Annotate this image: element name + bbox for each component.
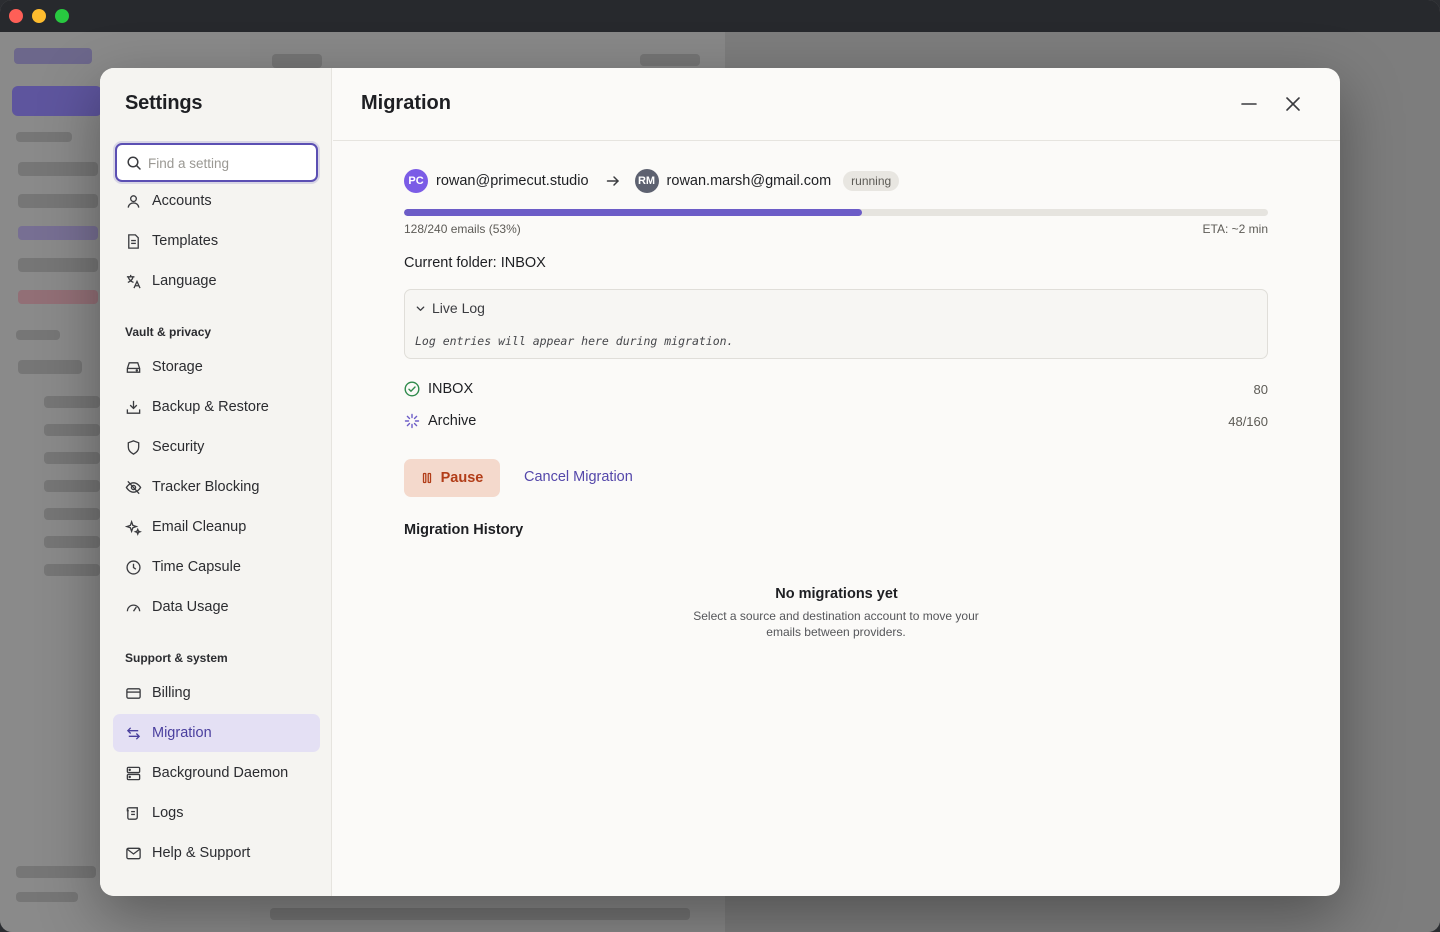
user-icon (127, 194, 140, 208)
folder-name: Archive (428, 413, 477, 429)
check-circle-icon (404, 381, 420, 397)
sparkles-icon (125, 519, 142, 536)
live-log-label: Live Log (432, 300, 485, 316)
source-avatar: PC (404, 169, 428, 193)
arrow-right-icon (606, 176, 619, 186)
sidebar-item-label: Email Cleanup (152, 519, 247, 535)
sidebar-item-label: Time Capsule (152, 559, 241, 575)
folder-row-inbox: INBOX 80 (404, 378, 1268, 400)
live-log-placeholder: Log entries will appear here during migr… (415, 334, 734, 348)
progress-label: 128/240 emails (53%) (404, 222, 521, 236)
sidebar-item-label: Templates (152, 233, 219, 249)
sidebar-item-logs[interactable]: Logs (113, 794, 320, 832)
sidebar-item-label: Storage (152, 359, 203, 375)
empty-state-description: Select a source and destination account … (693, 609, 979, 639)
close-window-button[interactable] (9, 9, 23, 23)
sidebar-item-language[interactable]: Language (113, 262, 320, 300)
live-log-toggle[interactable]: Live Log (415, 300, 485, 316)
status-badge: running (843, 171, 900, 191)
sidebar-item-label: Backup & Restore (152, 399, 269, 415)
progress-fill (404, 209, 862, 216)
translate-icon (126, 274, 141, 288)
app-window: Settings Accounts Templates Language Vau… (0, 0, 1440, 932)
section-header-support: Support & system (125, 651, 228, 665)
sidebar-item-label: Language (152, 273, 217, 289)
sidebar-item-data-usage[interactable]: Data Usage (113, 588, 320, 626)
folder-count: 48/160 (1228, 413, 1268, 429)
search-input[interactable] (148, 153, 308, 173)
settings-search[interactable] (115, 143, 318, 182)
panel-header: Migration (333, 68, 1340, 141)
document-icon (128, 233, 139, 249)
eta-label: ETA: ~2 min (1202, 222, 1268, 236)
shield-icon (127, 439, 140, 455)
swap-icon (126, 726, 141, 740)
sidebar-item-email-cleanup[interactable]: Email Cleanup (113, 508, 320, 546)
sidebar-item-label: Background Daemon (152, 765, 289, 781)
migration-progress-bar (404, 209, 1268, 216)
folder-row-archive: Archive 48/160 (404, 410, 1268, 432)
settings-title: Settings (125, 92, 203, 114)
pause-label: Pause (440, 470, 484, 486)
migration-accounts: PC rowan@primecut.studio RM rowan.marsh@… (404, 169, 900, 193)
sidebar-item-label: Logs (152, 805, 184, 821)
loading-spinner-icon (404, 413, 420, 429)
destination-avatar: RM (634, 169, 659, 193)
title-bar (0, 0, 1440, 32)
history-title: Migration History (404, 522, 524, 538)
sidebar-item-backup[interactable]: Backup & Restore (113, 388, 320, 426)
scroll-icon (126, 806, 138, 820)
page-title: Migration (361, 92, 451, 114)
settings-sidebar: Settings Accounts Templates Language Vau… (100, 68, 332, 896)
sidebar-item-templates[interactable]: Templates (113, 222, 320, 260)
sidebar-item-label: Data Usage (152, 599, 229, 615)
sidebar-item-billing[interactable]: Billing (113, 674, 320, 712)
gauge-icon (126, 603, 141, 612)
destination-email: rowan.marsh@gmail.com (666, 173, 832, 189)
folder-count: 80 (1253, 381, 1268, 397)
chevron-down-icon (416, 305, 425, 311)
search-icon (127, 156, 141, 170)
sidebar-item-accounts[interactable]: Accounts (113, 182, 320, 220)
mail-icon (126, 847, 141, 859)
credit-card-icon (126, 687, 141, 699)
sidebar-item-label: Migration (152, 725, 212, 741)
migration-panel: Migration PC rowan@primecut.studio RM ro… (333, 68, 1340, 896)
settings-dialog: Settings Accounts Templates Language Vau… (100, 68, 1340, 896)
sidebar-item-security[interactable]: Security (113, 428, 320, 466)
pause-button[interactable]: Pause (404, 459, 500, 497)
server-icon (126, 766, 141, 780)
sidebar-item-label: Accounts (152, 193, 212, 209)
sidebar-item-label: Billing (152, 685, 191, 701)
folder-name: INBOX (428, 381, 474, 397)
drive-icon (126, 361, 141, 373)
sidebar-item-help[interactable]: Help & Support (113, 834, 320, 872)
sidebar-item-tracker-blocking[interactable]: Tracker Blocking (113, 468, 320, 506)
minimize-icon[interactable] (1239, 94, 1259, 114)
close-icon[interactable] (1283, 94, 1303, 114)
current-folder: Current folder: INBOX (404, 255, 546, 271)
zoom-window-button[interactable] (55, 9, 69, 23)
sidebar-item-label: Help & Support (152, 845, 251, 861)
live-log-panel: Live Log Log entries will appear here du… (404, 289, 1268, 359)
minimize-window-button[interactable] (32, 9, 46, 23)
eye-off-icon (125, 480, 142, 494)
sidebar-item-time-capsule[interactable]: Time Capsule (113, 548, 320, 586)
cancel-migration-link[interactable]: Cancel Migration (524, 469, 633, 485)
sidebar-item-label: Tracker Blocking (152, 479, 260, 495)
source-email: rowan@primecut.studio (436, 173, 589, 189)
empty-state-title: No migrations yet (775, 586, 898, 602)
sidebar-item-background-daemon[interactable]: Background Daemon (113, 754, 320, 792)
pause-icon (422, 472, 431, 484)
sidebar-item-storage[interactable]: Storage (113, 348, 320, 386)
section-header-vault: Vault & privacy (125, 325, 212, 339)
sidebar-item-label: Security (152, 439, 205, 455)
sidebar-item-migration[interactable]: Migration (113, 714, 320, 752)
download-icon (126, 400, 141, 414)
clock-icon (126, 559, 141, 575)
